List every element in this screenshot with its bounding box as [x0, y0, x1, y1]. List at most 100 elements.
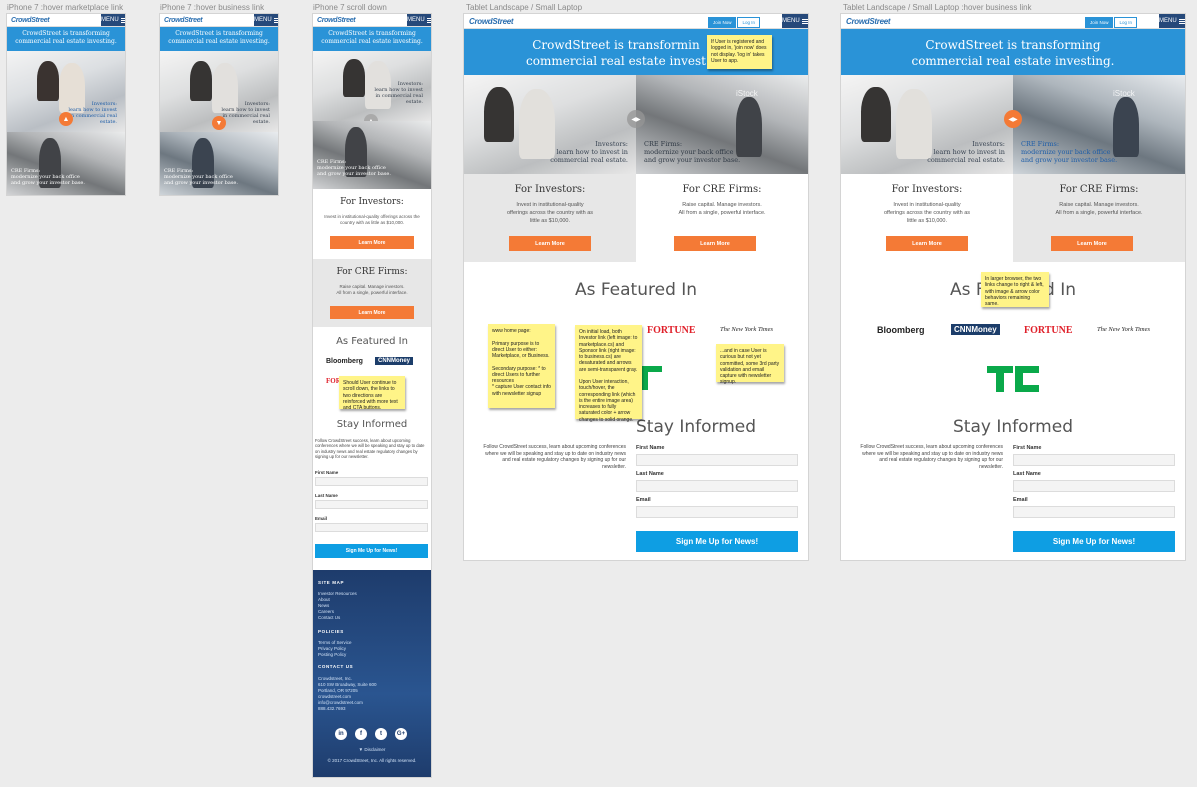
learn-more-cre-button[interactable]: Learn More	[330, 306, 414, 319]
last-name-label: Last Name	[315, 493, 338, 498]
first-name-input[interactable]	[636, 454, 798, 466]
watermark: iStock	[1113, 89, 1135, 98]
signup-button[interactable]: Sign Me Up for News!	[1013, 531, 1175, 552]
hero-line-1: CrowdStreet is transforming	[328, 30, 416, 37]
learn-more-investors-button[interactable]: Learn More	[509, 236, 591, 251]
stay-informed-title: Stay Informed	[636, 417, 757, 437]
logo[interactable]: CrowdStreet	[164, 17, 203, 24]
site-header: CrowdStreet MENU	[7, 14, 125, 27]
hero-line-2: commercial real estate investing.	[911, 53, 1115, 68]
artboard-label-5: Tablet Landscape / Small Laptop :hover b…	[843, 3, 1032, 12]
caption-line: commercial real estate.	[927, 155, 1005, 164]
note-text: Should User continue to scroll down, the…	[343, 380, 398, 411]
section-title: For CRE Firms:	[336, 267, 408, 277]
text-line: Raise capital. Manage investors.	[1059, 202, 1139, 208]
techcrunch-logo-part	[996, 366, 1004, 392]
section-text: Raise capital. Manage investors. All fro…	[1013, 202, 1185, 218]
signup-button[interactable]: Sign Me Up for News!	[636, 531, 798, 552]
facebook-icon[interactable]: f	[355, 728, 367, 740]
text-line: All from a single, powerful interface.	[1055, 209, 1143, 216]
menu-button[interactable]: MENU	[254, 14, 278, 26]
cre-link-image[interactable]: CRE Firms: modernize your back office an…	[313, 121, 431, 189]
cre-caption: CRE Firms: modernize your back office an…	[11, 168, 85, 186]
learn-more-investors-button[interactable]: Learn More	[330, 236, 414, 249]
featured-title: As Featured In	[336, 336, 408, 347]
first-name-input[interactable]	[1013, 454, 1175, 466]
login-button[interactable]: Log In	[1114, 17, 1137, 28]
email-input[interactable]	[315, 523, 428, 532]
google-plus-icon[interactable]: G+	[395, 728, 407, 740]
caption-line: commercial real estate.	[550, 155, 628, 164]
menu-label: MENU	[254, 17, 272, 23]
menu-button[interactable]: MENU	[1159, 14, 1185, 28]
sticky-note-larger-browser: In larger browser, the two links change …	[981, 272, 1049, 307]
person-figure	[484, 87, 514, 142]
email-input[interactable]	[636, 506, 798, 518]
bloomberg-logo: Bloomberg	[326, 358, 363, 365]
logo[interactable]: CrowdStreet	[317, 17, 356, 24]
learn-more-cre-button[interactable]: Learn More	[1051, 236, 1133, 251]
menu-button[interactable]: MENU	[407, 14, 431, 26]
site-header: CrowdStreet MENU	[160, 14, 278, 27]
nyt-logo: The New York Times	[1097, 326, 1151, 333]
last-name-input[interactable]	[1013, 480, 1175, 492]
person-figure	[343, 59, 365, 97]
logo[interactable]: CrowdStreet	[469, 17, 514, 26]
cre-link-image[interactable]: CRE Firms: modernize your back office an…	[160, 132, 278, 195]
cre-link-image[interactable]: iStock CRE Firms: modernize your back of…	[636, 75, 808, 174]
join-now-button[interactable]: Join Now	[707, 17, 737, 28]
text-line: All from a single, powerful interface.	[336, 290, 408, 296]
logo[interactable]: CrowdStreet	[846, 17, 891, 26]
cre-link-image[interactable]: iStock CRE Firms: modernize your back of…	[1013, 75, 1185, 174]
twitter-icon[interactable]: t	[375, 728, 387, 740]
learn-more-investors-button[interactable]: Learn More	[886, 236, 968, 251]
hero-banner: CrowdStreet is transforming commercial r…	[160, 27, 278, 51]
learn-more-cre-button[interactable]: Learn More	[674, 236, 756, 251]
arrow-down-icon[interactable]: ▼	[212, 116, 226, 130]
investor-link-image[interactable]: Investors: learn how to invest in commer…	[464, 75, 636, 174]
menu-button[interactable]: MENU	[782, 14, 808, 28]
section-title: For Investors:	[891, 184, 963, 195]
caption-line: estate.	[99, 119, 117, 125]
footer-heading-sitemap: SITE MAP	[318, 580, 345, 585]
artboard-label-1: iPhone 7 :hover marketplace link	[7, 3, 124, 12]
email-label: Email	[1013, 497, 1028, 503]
last-name-input[interactable]	[636, 480, 798, 492]
disclaimer-toggle[interactable]: ▼ Disclaimer	[313, 747, 431, 753]
menu-button[interactable]: MENU	[101, 14, 125, 26]
investor-caption: Investors: learn how to invest in commer…	[550, 140, 628, 164]
investor-link-image[interactable]: Investors: learn how to invest in commer…	[841, 75, 1013, 174]
footer-policies-links[interactable]: Terms of Service Privacy Policy Posting …	[318, 640, 352, 658]
auth-buttons: Join Now Log In	[707, 17, 760, 28]
cre-caption: CRE Firms: modernize your back office an…	[164, 168, 238, 186]
first-name-input[interactable]	[315, 477, 428, 486]
email-input[interactable]	[1013, 506, 1175, 518]
investor-link-image[interactable]: Investors: learn how to invest in commer…	[313, 51, 431, 121]
menu-label: MENU	[1159, 18, 1177, 24]
artboard-iphone-hover-marketplace: CrowdStreet MENU CrowdStreet is transfor…	[7, 14, 125, 195]
arrow-up-icon[interactable]: ▲	[59, 112, 73, 126]
arrows-icon[interactable]: ◀▶	[627, 110, 645, 128]
logo[interactable]: CrowdStreet	[11, 17, 50, 24]
footer-sitemap-links[interactable]: Investor Resources About News Careers Co…	[318, 591, 357, 621]
techcrunch-logo-part	[642, 366, 648, 390]
hero-banner: CrowdStreet is transforming commercial r…	[7, 27, 125, 51]
investor-caption: Investors: learn how to invest in commer…	[374, 81, 423, 105]
linkedin-icon[interactable]: in	[335, 728, 347, 740]
login-button[interactable]: Log In	[737, 17, 760, 28]
artboard-label-2: iPhone 7 :hover business link	[160, 3, 265, 12]
signup-button[interactable]: Sign Me Up for News!	[315, 544, 428, 558]
hamburger-icon	[801, 18, 808, 24]
site-footer: SITE MAP Investor Resources About News C…	[313, 570, 431, 777]
sticky-note-curious: ...and in case User is curious but not y…	[716, 344, 784, 385]
hero-line-1: CrowdStreet is transforming	[175, 30, 263, 37]
cre-caption: CRE Firms: modernize your back office an…	[317, 159, 391, 177]
cre-link-image[interactable]: CRE Firms: modernize your back office an…	[7, 132, 125, 195]
arrows-icon[interactable]: ◀▶	[1004, 110, 1022, 128]
last-name-input[interactable]	[315, 500, 428, 509]
join-now-button[interactable]: Join Now	[1084, 17, 1114, 28]
hero-line-1: CrowdStreet is transforming	[22, 30, 110, 37]
section-text: Raise capital. Manage investors. All fro…	[636, 202, 808, 218]
hero-banner: CrowdStreet is transforming commercial r…	[313, 27, 431, 51]
text-line: newsletter.	[979, 463, 1003, 470]
